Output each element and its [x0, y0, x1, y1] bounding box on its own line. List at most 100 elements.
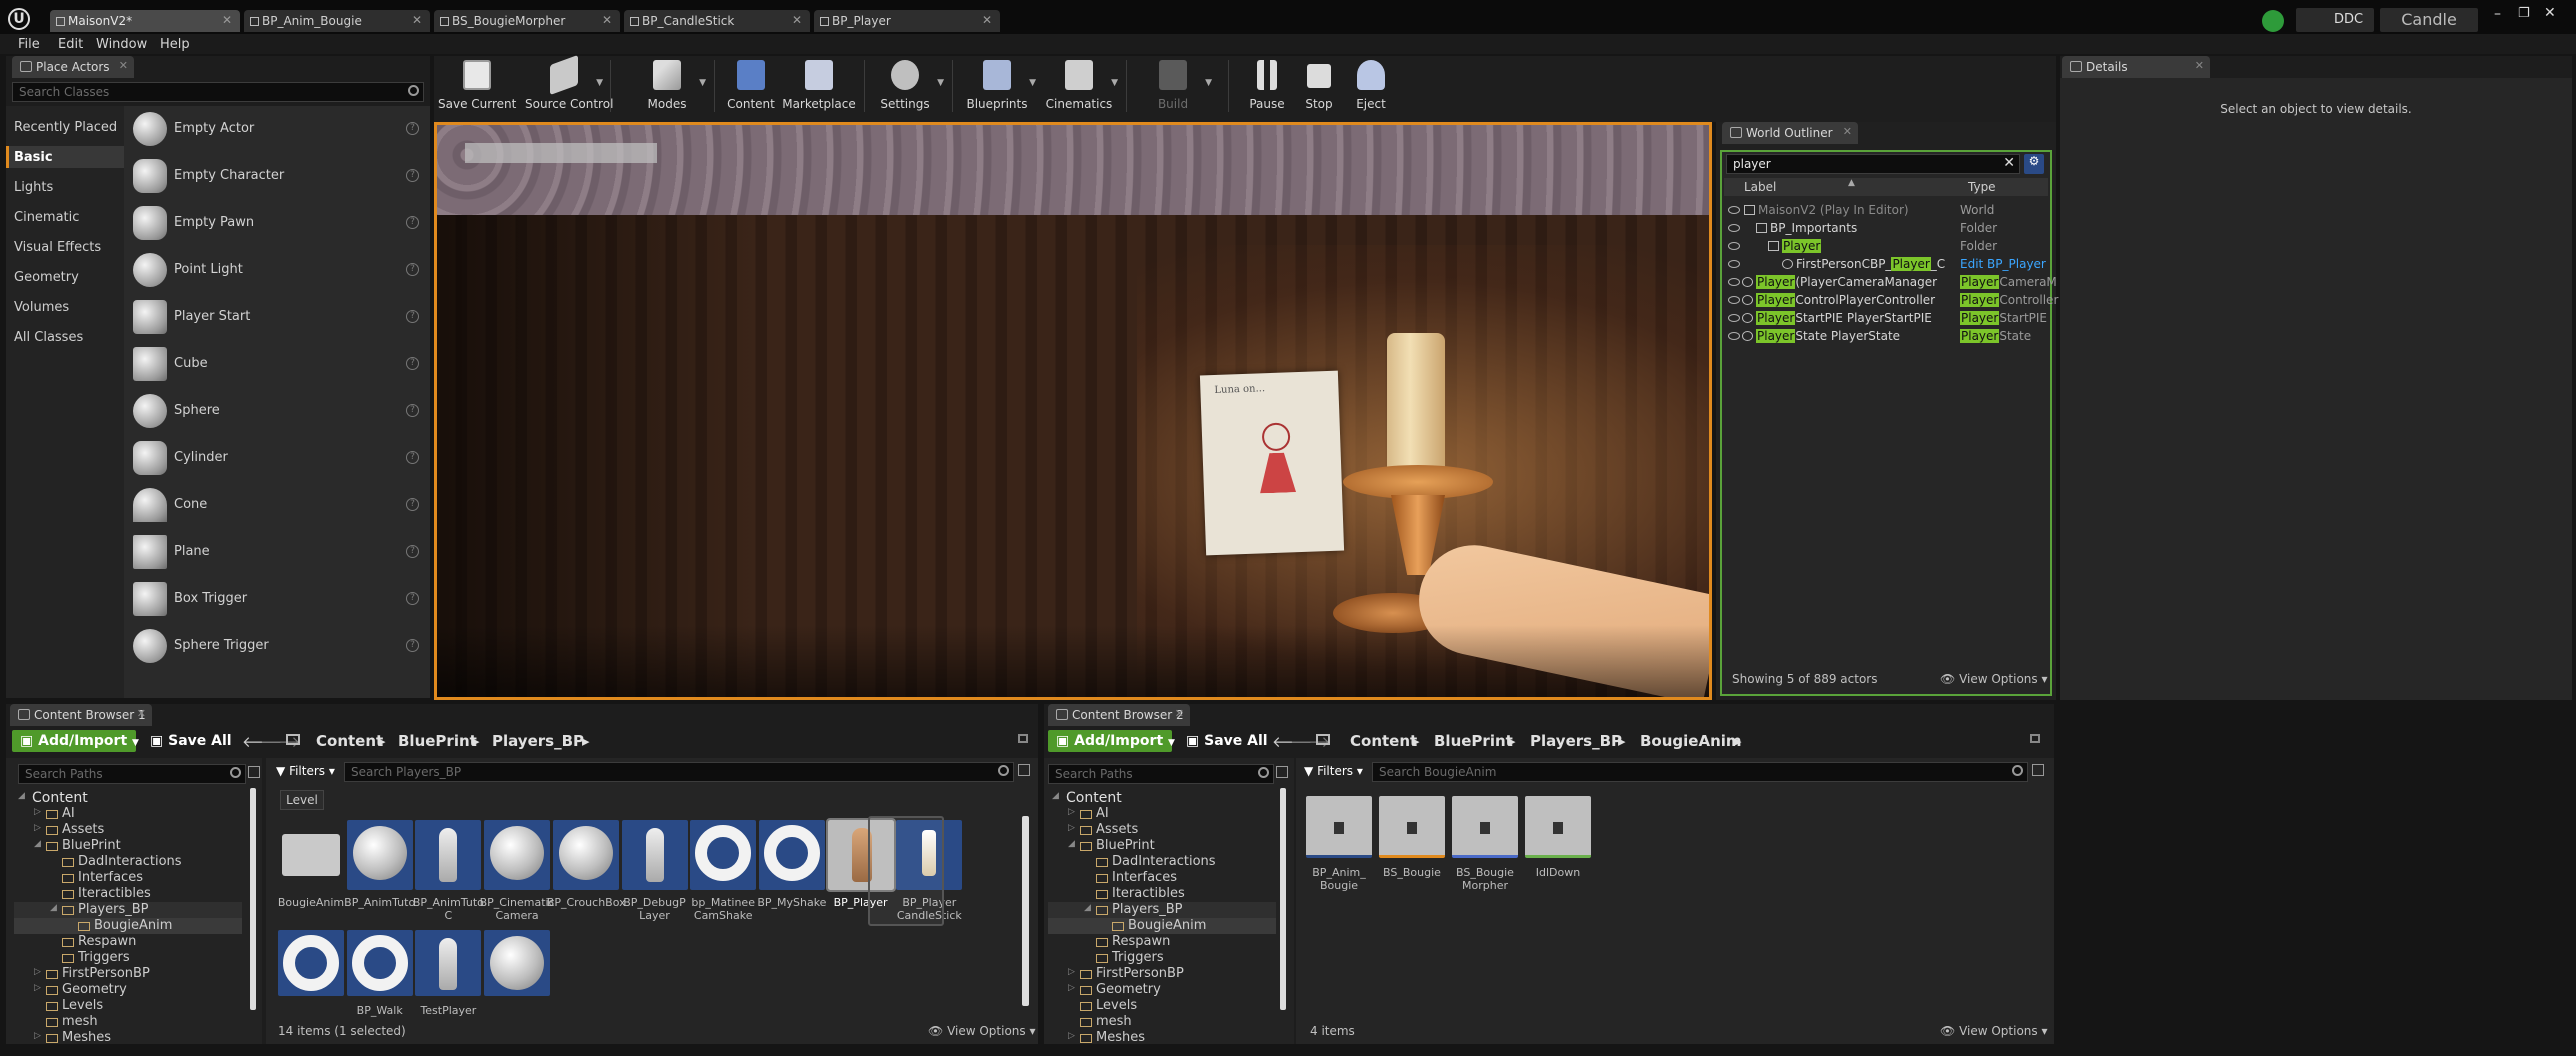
actor-item-point-light[interactable]: Point Light? — [125, 247, 427, 293]
menu-edit[interactable]: Edit — [58, 37, 83, 52]
help-icon[interactable]: ? — [406, 545, 419, 558]
tree-item-assets[interactable]: ▷ Assets — [14, 822, 242, 838]
maximize-button[interactable]: ❐ — [2518, 6, 2530, 21]
minimize-button[interactable]: – — [2494, 6, 2501, 22]
category-visual-effects[interactable]: Visual Effects — [14, 240, 101, 255]
eye-icon[interactable] — [1728, 296, 1740, 304]
level-viewport[interactable]: Luna on... — [434, 122, 1712, 700]
breadcrumb-players-bp[interactable]: Players_BP — [1530, 732, 1622, 750]
eye-icon[interactable] — [1728, 206, 1740, 214]
menu-help[interactable]: Help — [160, 37, 190, 52]
tree-item-players-bp[interactable]: ◢ Players_BP — [1048, 902, 1276, 918]
category-all-classes[interactable]: All Classes — [14, 330, 83, 345]
tab-bp-player[interactable]: BP_Player ✕ — [814, 10, 1000, 32]
tree-item-content[interactable]: ◢ Content — [14, 790, 242, 806]
help-icon[interactable]: ? — [406, 639, 419, 652]
search-paths-input[interactable]: Search Paths — [18, 764, 246, 784]
lock-icon[interactable] — [2030, 734, 2040, 743]
tree-item-content[interactable]: ◢ Content — [1048, 790, 1276, 806]
actor-item-sphere[interactable]: Sphere? — [125, 388, 427, 434]
details-tab[interactable]: Details ✕ — [2062, 56, 2210, 78]
tree-item-respawn[interactable]: Respawn — [14, 934, 242, 950]
save-all-button[interactable]: ▣ Save All — [1178, 730, 1270, 752]
tree-item-meshes[interactable]: ▷ Meshes — [1048, 1030, 1276, 1046]
eye-icon[interactable] — [1728, 314, 1740, 322]
outliner-settings-icon[interactable]: ⚙ — [2024, 154, 2044, 174]
help-icon[interactable]: ? — [406, 216, 419, 229]
expand-arrow-icon[interactable]: ▷ — [34, 983, 41, 993]
tree-item-iteractibles[interactable]: Iteractibles — [14, 886, 242, 902]
column-label-header[interactable]: Label — [1744, 180, 1776, 194]
expand-arrow-icon[interactable]: ▷ — [1068, 967, 1075, 977]
close-icon[interactable]: ✕ — [1175, 707, 1184, 720]
tree-item-triggers[interactable]: Triggers — [14, 950, 242, 966]
close-icon[interactable]: ✕ — [792, 13, 802, 27]
expand-arrow-icon[interactable]: ▷ — [1068, 823, 1075, 833]
help-icon[interactable]: ? — [406, 592, 419, 605]
tab-bp-anim-bougie[interactable]: BP_Anim_Bougie ✕ — [244, 10, 430, 32]
actor-item-cone[interactable]: Cone? — [125, 482, 427, 528]
asset-options-icon[interactable] — [2032, 764, 2044, 776]
outliner-view-options[interactable]: 👁 View Options ▾ — [1940, 672, 2048, 686]
search-assets-input[interactable]: Search BougieAnim — [1372, 762, 2028, 782]
search-classes-input[interactable]: Search Classes — [12, 82, 424, 102]
tree-item-ai[interactable]: ▷ AI — [1048, 806, 1276, 822]
outliner-row[interactable]: Player Folder — [1726, 238, 2046, 256]
tree-item-players-bp[interactable]: ◢ Players_BP — [14, 902, 242, 918]
tree-item-interfaces[interactable]: Interfaces — [14, 870, 242, 886]
close-icon[interactable]: ✕ — [137, 707, 146, 720]
modes-button[interactable]: Modes ▼ — [628, 56, 706, 116]
expand-arrow-icon[interactable]: ◢ — [50, 903, 57, 913]
actor-item-sphere-trigger[interactable]: Sphere Trigger? — [125, 623, 427, 669]
unreal-logo-icon[interactable]: U — [8, 8, 30, 30]
tree-item-firstpersonbp[interactable]: ▷ FirstPersonBP — [1048, 966, 1276, 982]
expand-arrow-icon[interactable]: ◢ — [1068, 839, 1075, 849]
outliner-type[interactable]: Edit BP_Player — [1960, 257, 2046, 271]
chevron-down-icon[interactable]: ▼ — [1029, 78, 1036, 88]
breadcrumb-blueprint[interactable]: BluePrint — [398, 732, 477, 750]
help-icon[interactable]: ? — [406, 169, 419, 182]
chevron-down-icon[interactable]: ▼ — [1111, 78, 1118, 88]
eye-icon[interactable] — [1728, 332, 1740, 340]
clear-search-icon[interactable]: ✕ — [2003, 155, 2015, 171]
cb1-view-options[interactable]: 👁 View Options ▾ — [928, 1024, 1036, 1038]
breadcrumb-content[interactable]: Content — [1350, 732, 1417, 750]
actor-item-player-start[interactable]: Player Start? — [125, 294, 427, 340]
actor-item-empty-character[interactable]: Empty Character? — [125, 153, 427, 199]
tree-item-iteractibles[interactable]: Iteractibles — [1048, 886, 1276, 902]
tree-item-geometry[interactable]: ▷ Geometry — [14, 982, 242, 998]
save-current-button[interactable]: Save Current — [438, 56, 516, 116]
filters-button[interactable]: ▼ Filters ▾ — [1300, 762, 1368, 784]
content-browser-2-tab[interactable]: Content Browser 2 ✕ — [1048, 704, 1190, 726]
eye-icon[interactable] — [1728, 242, 1740, 250]
asset-options-icon[interactable] — [1018, 764, 1030, 776]
tree-scrollbar[interactable] — [1280, 788, 1286, 1010]
add-import-button[interactable]: ▣ Add/Import ▼ — [1048, 730, 1175, 752]
tree-scrollbar[interactable] — [250, 788, 256, 1010]
expand-arrow-icon[interactable]: ▷ — [34, 1031, 41, 1041]
close-icon[interactable]: ✕ — [1843, 125, 1852, 138]
source-control-button[interactable]: Source Control ▼ — [525, 54, 613, 116]
category-lights[interactable]: Lights — [14, 180, 53, 195]
tree-item-levels[interactable]: Levels — [1048, 998, 1276, 1014]
help-icon[interactable]: ? — [406, 263, 419, 276]
menu-file[interactable]: File — [18, 37, 40, 52]
tab-bs-bougiemorpher[interactable]: BS_BougieMorpher ✕ — [434, 10, 620, 32]
tree-item-dadinteractions[interactable]: DadInteractions — [14, 854, 242, 870]
search-assets-input[interactable]: Search Players_BP — [344, 762, 1014, 782]
eye-icon[interactable] — [1728, 224, 1740, 232]
asset-scrollbar[interactable] — [1022, 816, 1029, 1006]
content-button[interactable]: Content — [712, 56, 790, 116]
expand-arrow-icon[interactable]: ▷ — [1068, 983, 1075, 993]
actor-item-box-trigger[interactable]: Box Trigger? — [125, 576, 427, 622]
expand-arrow-icon[interactable]: ▷ — [1068, 807, 1075, 817]
eject-button[interactable]: Eject — [1332, 56, 1410, 116]
blueprints-button[interactable]: Blueprints ▼ — [958, 56, 1036, 116]
close-window-button[interactable]: ✕ — [2544, 5, 2556, 21]
tree-item-blueprint[interactable]: ◢ BluePrint — [1048, 838, 1276, 854]
breadcrumb-content[interactable]: Content — [316, 732, 383, 750]
tree-item-blueprint[interactable]: ◢ BluePrint — [14, 838, 242, 854]
chevron-down-icon[interactable]: ▼ — [596, 78, 603, 88]
help-icon[interactable]: ? — [406, 122, 419, 135]
place-actors-tab[interactable]: Place Actors ✕ — [12, 56, 134, 78]
